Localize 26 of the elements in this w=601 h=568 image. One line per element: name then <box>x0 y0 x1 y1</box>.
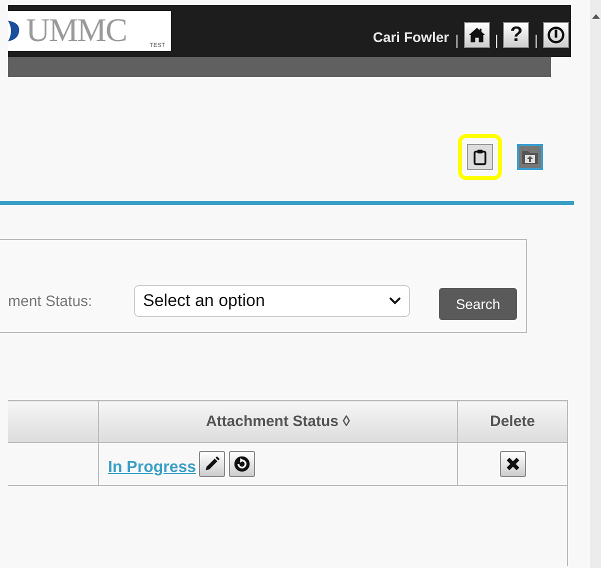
column-header[interactable]: Attachment Status ◊ <box>98 400 458 442</box>
field-label: ment Status: <box>8 292 94 310</box>
status-select[interactable]: Select an option <box>134 285 410 317</box>
separator: | <box>455 32 459 48</box>
refresh-button[interactable] <box>229 451 256 477</box>
home-button[interactable] <box>464 22 490 48</box>
pencil-icon <box>203 455 222 473</box>
power-icon <box>547 26 565 44</box>
clipboard-icon <box>471 148 489 166</box>
scroll-up-icon[interactable] <box>592 14 600 19</box>
home-icon <box>468 26 486 44</box>
user-name: Cari Fowler <box>372 28 450 46</box>
power-button[interactable] <box>543 22 569 48</box>
pencil-button[interactable] <box>199 451 226 477</box>
help-button[interactable]: ? <box>503 22 530 48</box>
refresh-icon <box>233 455 252 473</box>
separator: | <box>534 32 538 48</box>
logo-emblem <box>8 18 20 44</box>
separator: | <box>494 32 498 48</box>
clipboard-button[interactable] <box>467 144 493 170</box>
caret-icon <box>389 297 401 305</box>
column-header[interactable]: Delete <box>458 400 568 442</box>
logo-wordmark: UMMC <box>26 14 127 48</box>
folder-upload-button[interactable] <box>517 144 543 170</box>
search-button[interactable]: Search <box>439 288 517 320</box>
close-button[interactable] <box>500 451 526 477</box>
